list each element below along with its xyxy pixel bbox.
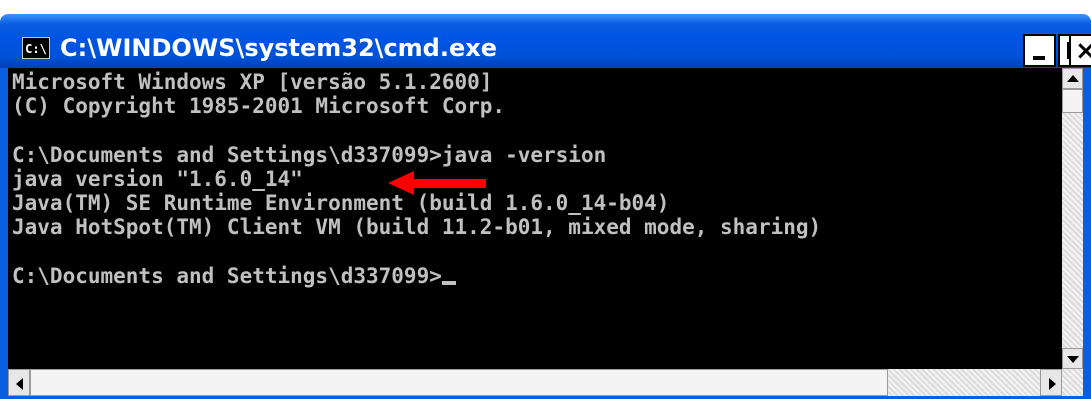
window-frame-left	[0, 68, 8, 399]
console-line: java version "1.6.0_14"	[12, 166, 303, 191]
title-bar[interactable]: C:\ C:\WINDOWS\system32\cmd.exe ×	[0, 14, 1091, 68]
text-cursor	[441, 280, 456, 285]
resize-grip[interactable]	[1062, 369, 1083, 396]
scroll-right-button[interactable]	[1040, 369, 1062, 396]
vertical-scroll-thumb[interactable]	[1062, 89, 1083, 113]
scroll-up-arrow-icon	[1067, 75, 1079, 82]
scroll-down-arrow-icon	[1067, 356, 1079, 363]
console-line: Java(TM) SE Runtime Environment (build 1…	[12, 191, 670, 216]
minimize-button[interactable]	[1023, 34, 1056, 67]
horizontal-scrollbar[interactable]	[8, 369, 1062, 396]
console-icon[interactable]: C:\	[22, 37, 50, 59]
console-prompt: C:\Documents and Settings\d337099>	[12, 263, 442, 288]
cmd-window: C:\ C:\WINDOWS\system32\cmd.exe × Micros…	[0, 0, 1091, 399]
close-button[interactable]: ×	[1069, 34, 1091, 67]
vertical-scroll-track[interactable]	[1062, 113, 1083, 348]
console-line: (C) Copyright 1985-2001 Microsoft Corp.	[12, 94, 506, 119]
console-line: Java HotSpot(TM) Client VM (build 11.2-b…	[12, 215, 822, 240]
red-arrow-icon	[388, 171, 486, 195]
scroll-down-button[interactable]	[1062, 348, 1083, 369]
console-output[interactable]: Microsoft Windows XP [versão 5.1.2600] (…	[8, 68, 1062, 369]
horizontal-scroll-thumb[interactable]	[30, 369, 888, 396]
minimize-icon	[1033, 56, 1045, 60]
vertical-scrollbar[interactable]	[1062, 68, 1083, 369]
window-frame-right	[1083, 68, 1091, 399]
console-line: C:\Documents and Settings\d337099>java -…	[12, 142, 607, 167]
scroll-left-arrow-icon	[16, 378, 23, 390]
horizontal-scroll-track[interactable]	[888, 369, 1040, 396]
scroll-right-arrow-icon	[1049, 378, 1056, 390]
scroll-left-button[interactable]	[8, 369, 30, 396]
window-title: C:\WINDOWS\system32\cmd.exe	[60, 34, 498, 62]
close-icon: ×	[1075, 36, 1091, 66]
console-line: Microsoft Windows XP [versão 5.1.2600]	[12, 70, 493, 94]
scroll-up-button[interactable]	[1062, 68, 1083, 89]
